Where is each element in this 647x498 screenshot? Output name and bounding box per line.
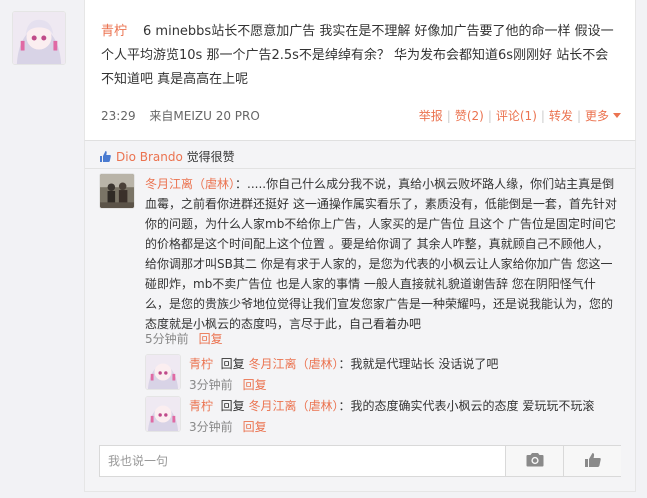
- reply-word: 回复: [220, 357, 245, 371]
- post-source: 来自MEIZU 20 PRO: [149, 109, 260, 123]
- reply-text: ：我的态度确实代表小枫云的态度 爱玩玩不玩滚: [338, 399, 595, 413]
- repost-button[interactable]: 转发: [549, 109, 573, 123]
- post-author-name[interactable]: 青柠: [101, 24, 127, 39]
- image-upload-button[interactable]: [505, 446, 563, 476]
- reply-meta: 3分钟前 回复: [189, 376, 267, 393]
- comment-input-box: [99, 445, 621, 477]
- reply-author-name[interactable]: 青柠: [189, 399, 213, 413]
- reply-reply-button[interactable]: 回复: [243, 420, 267, 434]
- thumbs-up-icon: [584, 452, 602, 471]
- reply-reply-button[interactable]: 回复: [243, 378, 267, 392]
- post-body: 青柠 6 minebbs站长不愿意加广告 我实在是不理解 好像加广告要了他的命一样…: [101, 20, 621, 92]
- liker-name[interactable]: Dio Brando: [116, 150, 183, 164]
- comment-author-avatar[interactable]: [99, 173, 135, 209]
- camera-icon: [526, 452, 544, 470]
- reply-word: 回复: [220, 399, 245, 413]
- comment-text: ：.....你自己什么成分我不说，真给小枫云败坏路人缘，你们站主真是倒血霉，之前…: [145, 177, 617, 331]
- post-content: 6 minebbs站长不愿意加广告 我实在是不理解 好像加广告要了他的命一样 假…: [101, 24, 614, 87]
- comment-author-name[interactable]: 冬月江离（虐林）: [145, 177, 235, 191]
- post-time[interactable]: 23:29: [101, 109, 136, 123]
- comments-panel: Dio Brando 觉得很赞 冬月江离（虐林）：.....你自己什么成分我不说…: [84, 140, 636, 492]
- likes-suffix: 觉得很赞: [182, 150, 235, 164]
- reply-target-name[interactable]: 冬月江离（虐林）: [249, 357, 339, 371]
- divider: [85, 168, 635, 169]
- thumbs-up-icon: [99, 150, 112, 166]
- more-button[interactable]: 更多: [585, 109, 621, 123]
- chevron-down-icon: [613, 113, 621, 118]
- comment-meta: 5分钟前 回复: [145, 330, 223, 347]
- post-card: 青柠 6 minebbs站长不愿意加广告 我实在是不理解 好像加广告要了他的命一样…: [84, 0, 636, 150]
- reply-text: ：我就是代理站长 没话说了吧: [338, 357, 499, 371]
- reply-body: 青柠 回复 冬月江离（虐林）：我就是代理站长 没话说了吧: [189, 354, 498, 374]
- comment-button[interactable]: 评论(1): [496, 109, 537, 123]
- reply-author-avatar[interactable]: [145, 396, 181, 432]
- reply-time: 3分钟前: [189, 378, 233, 392]
- like-button[interactable]: 赞(2): [455, 109, 484, 123]
- comment-reply-button[interactable]: 回复: [199, 332, 223, 346]
- comment-input[interactable]: [100, 446, 504, 476]
- post-meta: 23:29 来自MEIZU 20 PRO: [101, 107, 260, 124]
- post-author-avatar[interactable]: [12, 11, 66, 65]
- comment-time: 5分钟前: [145, 332, 189, 346]
- submit-comment-button[interactable]: [563, 446, 621, 476]
- action-divider: |: [446, 109, 451, 123]
- action-divider: |: [576, 109, 581, 123]
- post-actions: 举报 | 赞(2) | 评论(1) | 转发 | 更多: [419, 107, 621, 124]
- reply-meta: 3分钟前 回复: [189, 418, 267, 435]
- reply-time: 3分钟前: [189, 420, 233, 434]
- reply-author-name[interactable]: 青柠: [189, 357, 213, 371]
- action-divider: |: [540, 109, 545, 123]
- report-button[interactable]: 举报: [419, 109, 443, 123]
- comment-body: 冬月江离（虐林）：.....你自己什么成分我不说，真给小枫云败坏路人缘，你们站主…: [145, 174, 617, 334]
- reply-body: 青柠 回复 冬月江离（虐林）：我的态度确实代表小枫云的态度 爱玩玩不玩滚: [189, 396, 594, 416]
- reply-author-avatar[interactable]: [145, 354, 181, 390]
- reply-target-name[interactable]: 冬月江离（虐林）: [249, 399, 339, 413]
- likes-summary: Dio Brando 觉得很赞: [99, 148, 235, 166]
- more-label: 更多: [584, 109, 609, 123]
- action-divider: |: [487, 109, 492, 123]
